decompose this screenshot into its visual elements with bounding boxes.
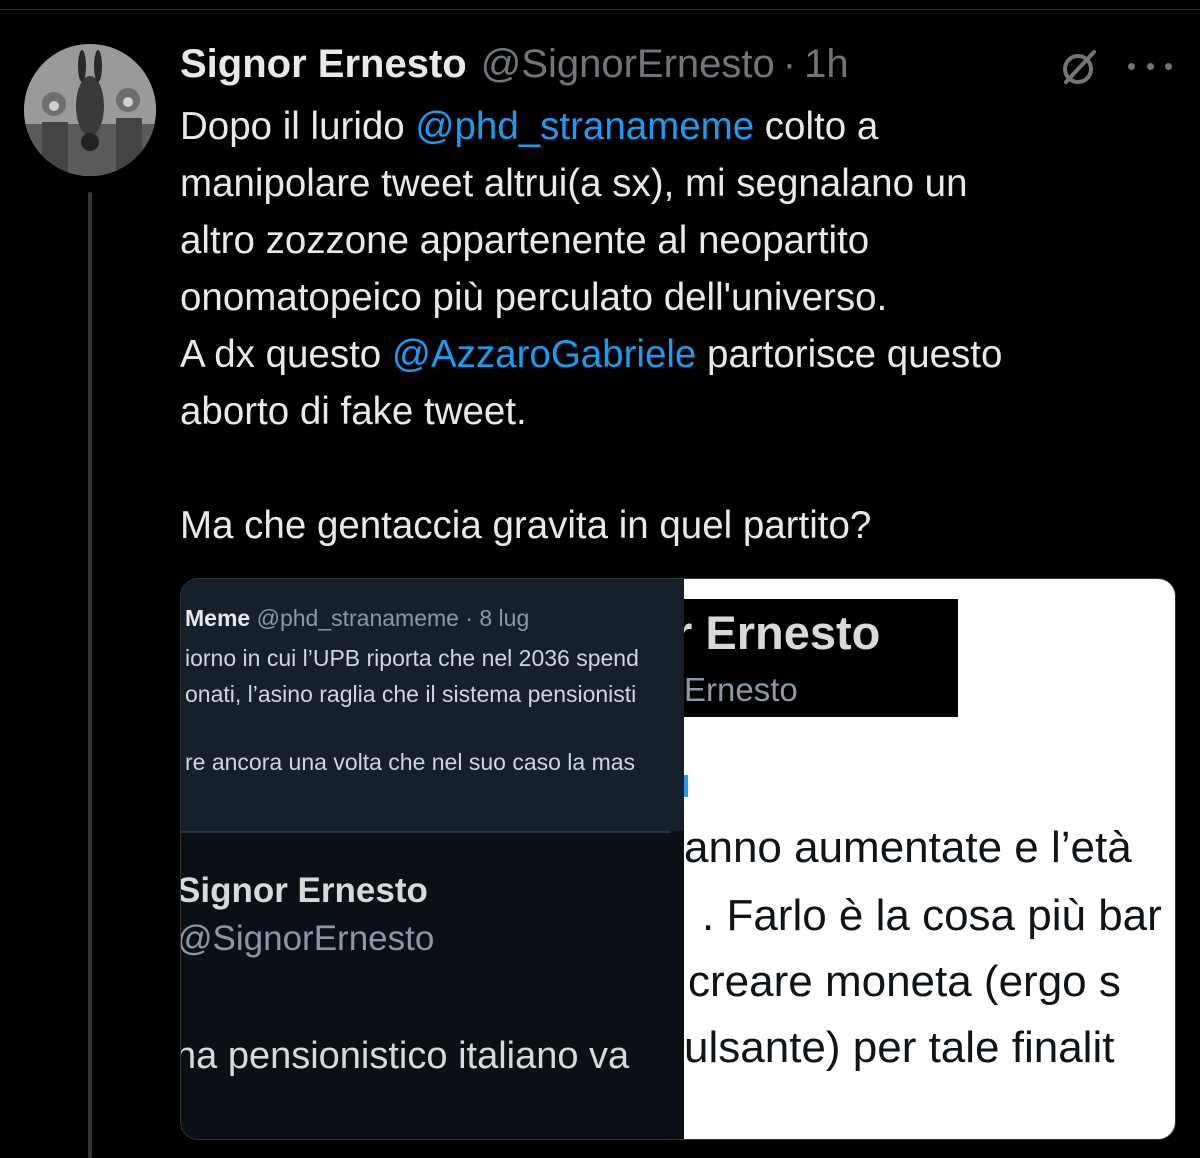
mention-link[interactable]: @phd_stranameme (415, 105, 754, 148)
separator: · (782, 42, 797, 86)
avatar[interactable] (24, 44, 156, 176)
media-attachment[interactable]: Meme @phd_stranameme · 8 lug iorno in cu… (180, 578, 1176, 1140)
screenshot-tweet: Meme @phd_stranameme · 8 lug iorno in cu… (181, 579, 684, 831)
media-image-left[interactable]: Meme @phd_stranameme · 8 lug iorno in cu… (181, 579, 684, 1139)
screenshot-header: Meme @phd_stranameme · 8 lug (185, 605, 529, 632)
screenshot-name: Meme (185, 605, 251, 631)
screenshot-line: creare moneta (ergo s (688, 957, 1121, 1006)
timestamp[interactable]: 1h (804, 42, 849, 87)
screenshot-line: . Farlo è la cosa più bar (702, 891, 1162, 940)
screenshot-line: iorno in cui l’UPB riporta che nel 2036 … (185, 645, 639, 671)
tweet-header: Signor Ernesto @SignorErnesto · 1h (180, 42, 849, 90)
screenshot-quoted-handle: @SignorErnesto (181, 919, 435, 958)
tweet-text: Dopo il lurido @phd_stranameme colto a m… (180, 98, 1190, 554)
screenshot-handle: @phd_stranameme · 8 lug (256, 605, 530, 631)
tweet-text-part: Dopo il lurido (180, 105, 416, 148)
screenshot-line: ulsante) per tale finalit (684, 1023, 1115, 1072)
more-dots-icon[interactable] (1128, 56, 1172, 76)
screenshot-line: anno aumentate e l’età (684, 823, 1132, 872)
screenshot-divider (181, 831, 671, 833)
top-divider (0, 9, 1200, 10)
screenshot-mark (684, 775, 688, 797)
screenshot-line: onati, l’asino raglia che il sistema pen… (185, 681, 637, 707)
screenshot-quoted-name: Signor Ernesto (181, 871, 428, 910)
media-image-right[interactable]: r Ernesto Ernesto anno aumentate e l’età… (684, 579, 1175, 1139)
author-name[interactable]: Signor Ernesto (180, 42, 467, 87)
screenshot-line: re ancora una volta che nel suo caso la … (185, 749, 636, 775)
avatar-image (24, 44, 156, 176)
screenshot-handle: Ernesto (684, 671, 798, 708)
author-handle[interactable]: @SignorErnesto (481, 42, 775, 87)
slash-circle-icon[interactable] (1058, 46, 1100, 88)
mention-link[interactable]: @AzzaroGabriele (392, 333, 696, 376)
screenshot-name: r Ernesto (684, 606, 881, 659)
thread-line (88, 192, 92, 1158)
screenshot-quoted-text: na pensionistico italiano va (181, 1035, 630, 1077)
